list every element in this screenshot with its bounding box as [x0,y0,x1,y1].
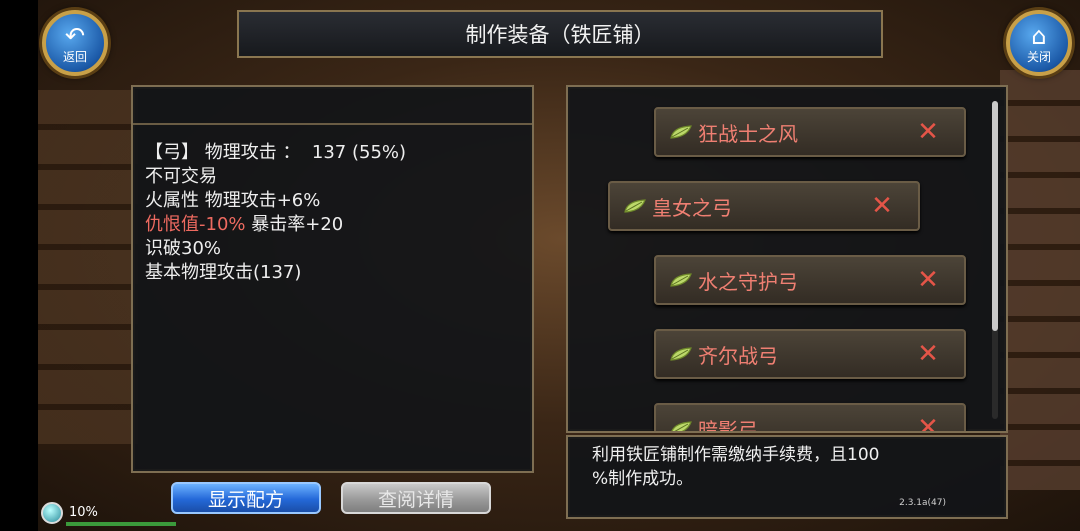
recipe-name: 暗影弓 [698,417,758,433]
leaf-icon [670,273,692,287]
recipe-name: 皇女之弓 [652,195,732,220]
remove-recipe-icon[interactable]: ✕ [908,265,948,295]
show-recipe-button[interactable]: 显示配方 [171,482,321,514]
recipe-scrollbar[interactable] [992,101,998,419]
note-line: %制作成功。 [592,469,694,489]
item-stat-line: 不可交易 [145,166,217,187]
status-percent: 10% [69,505,98,520]
recipe-name: 水之守护弓 [698,269,798,294]
item-info-header [133,87,532,125]
version-label: 2.3.1a(47) [899,498,946,508]
leaf-icon [670,421,692,431]
leaf-icon [670,347,692,361]
status-orb-icon [41,502,63,524]
background-shelf-left [38,90,138,450]
window-title-bar: 制作装备（铁匠铺） [237,10,883,58]
back-arrow-icon: ↶ [64,22,86,50]
recipe-item[interactable]: 皇女之弓 ✕ [608,181,920,231]
close-button[interactable]: ⌂ 关闭 [1006,10,1072,76]
hate-stat: 仇恨值-10% [145,214,246,235]
view-details-button[interactable]: 查阅详情 [341,482,491,514]
scrollbar-thumb[interactable] [992,101,998,331]
item-info-panel: 【弓】 物理攻击 ： 137 (55%) 不可交易 火属性 物理攻击+6% 仇恨… [131,85,534,473]
back-button-label: 返回 [62,50,87,64]
recipe-list-panel[interactable]: 狂战士之风 ✕ 皇女之弓 ✕ 水之守护弓 ✕ 齐尔战弓 ✕ 暗影弓 ✕ [566,85,1008,433]
item-stat-line: 基本物理攻击(137) [145,262,302,283]
item-stat-line: 识破30% [145,238,222,259]
remove-recipe-icon[interactable]: ✕ [908,413,948,431]
recipe-item[interactable]: 齐尔战弓 ✕ [654,329,966,379]
leaf-icon [624,199,646,213]
note-panel: 利用铁匠铺制作需缴纳手续费，且100 %制作成功。 2.3.1a(47) [566,435,1008,519]
item-stat-line: 【弓】 物理攻击 ： 137 (55%) [145,142,407,163]
remove-recipe-icon[interactable]: ✕ [862,191,902,221]
recipe-item[interactable]: 水之守护弓 ✕ [654,255,966,305]
window-title: 制作装备（铁匠铺） [465,23,655,47]
item-stat-line: 火属性 物理攻击+6% [145,190,321,211]
remove-recipe-icon[interactable]: ✕ [908,339,948,369]
background-shelf-right [1000,70,1080,490]
recipe-name: 齐尔战弓 [698,343,778,368]
left-black-band [0,0,38,531]
recipe-name: 狂战士之风 [698,121,798,146]
note-line: 利用铁匠铺制作需缴纳手续费，且100 [592,445,880,465]
home-icon: ⌂ [1031,22,1047,50]
recipe-item[interactable]: 狂战士之风 ✕ [654,107,966,157]
item-stats: 【弓】 物理攻击 ： 137 (55%) 不可交易 火属性 物理攻击+6% 仇恨… [133,125,532,285]
item-stat-line: 仇恨值-10% 暴击率+20 [145,214,344,235]
close-button-label: 关闭 [1026,50,1051,64]
experience-bar [66,522,176,526]
leaf-icon [670,125,692,139]
recipe-item[interactable]: 暗影弓 ✕ [654,403,966,433]
remove-recipe-icon[interactable]: ✕ [908,117,948,147]
back-button[interactable]: ↶ 返回 [42,10,108,76]
